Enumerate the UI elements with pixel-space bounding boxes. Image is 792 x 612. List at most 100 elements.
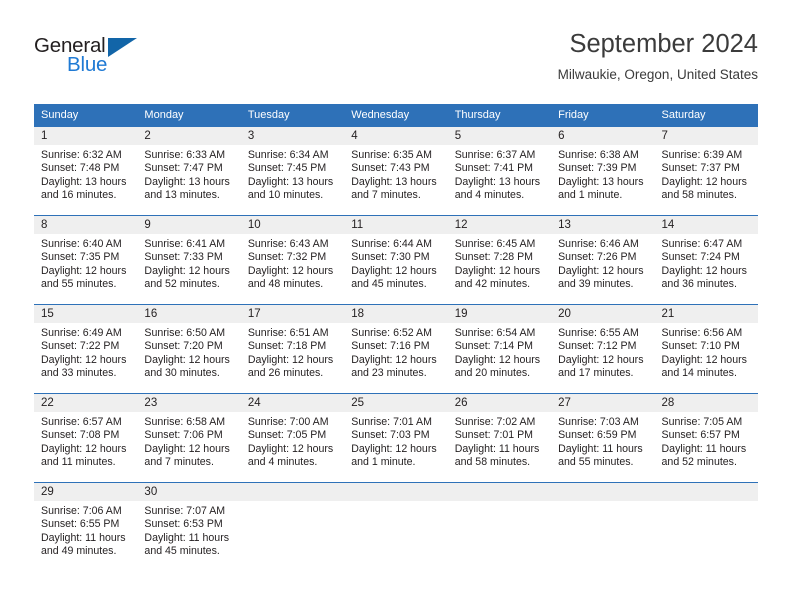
- calendar-day-cell[interactable]: 1 Sunrise: 6:32 AM Sunset: 7:48 PM Dayli…: [34, 126, 138, 215]
- day-number: 8: [34, 216, 138, 234]
- calendar-day-cell[interactable]: 14 Sunrise: 6:47 AM Sunset: 7:24 PM Dayl…: [654, 215, 758, 304]
- daylight-text: Daylight: 11 hours and 52 minutes.: [661, 442, 747, 469]
- day-details: Sunrise: 6:46 AM Sunset: 7:26 PM Dayligh…: [551, 234, 654, 292]
- sunset-text: Sunset: 7:16 PM: [351, 340, 430, 353]
- sunset-text: Sunset: 7:47 PM: [144, 162, 223, 175]
- sunset-text: Sunset: 7:28 PM: [454, 251, 534, 264]
- calendar-page: General Blue September 2024 Milwaukie, O…: [0, 0, 792, 612]
- calendar-day-cell[interactable]: 4 Sunrise: 6:35 AM Sunset: 7:43 PM Dayli…: [344, 126, 448, 215]
- day-number: 7: [654, 127, 758, 145]
- day-details: Sunrise: 6:44 AM Sunset: 7:30 PM Dayligh…: [344, 234, 447, 292]
- calendar-day-cell[interactable]: 5 Sunrise: 6:37 AM Sunset: 7:41 PM Dayli…: [447, 126, 552, 215]
- day-details: Sunrise: 6:43 AM Sunset: 7:32 PM Dayligh…: [241, 234, 344, 292]
- daylight-text: Daylight: 12 hours and 55 minutes.: [41, 264, 127, 291]
- day-number: 15: [34, 305, 138, 323]
- day-number: 22: [34, 394, 138, 412]
- calendar-day-cell[interactable]: 3 Sunrise: 6:34 AM Sunset: 7:45 PM Dayli…: [240, 126, 345, 215]
- day-details: Sunrise: 6:47 AM Sunset: 7:24 PM Dayligh…: [655, 234, 758, 292]
- daylight-text: Daylight: 12 hours and 52 minutes.: [144, 264, 230, 291]
- sunset-text: Sunset: 7:14 PM: [454, 340, 534, 353]
- sunset-text: Sunset: 6:55 PM: [41, 518, 120, 531]
- sunset-text: Sunset: 6:59 PM: [558, 429, 637, 442]
- calendar-day-cell[interactable]: 17 Sunrise: 6:51 AM Sunset: 7:18 PM Dayl…: [240, 304, 345, 393]
- calendar-day-cell[interactable]: 24 Sunrise: 7:00 AM Sunset: 7:05 PM Dayl…: [240, 393, 345, 482]
- calendar-day-cell[interactable]: 19 Sunrise: 6:54 AM Sunset: 7:14 PM Dayl…: [447, 304, 552, 393]
- calendar-week-row: 15 Sunrise: 6:49 AM Sunset: 7:22 PM Dayl…: [34, 304, 758, 393]
- day-details: Sunrise: 7:02 AM Sunset: 7:01 PM Dayligh…: [448, 412, 551, 470]
- weekday-header-tuesday: Tuesday: [240, 104, 345, 126]
- day-details: Sunrise: 6:51 AM Sunset: 7:18 PM Dayligh…: [241, 323, 344, 381]
- sunrise-text: Sunrise: 6:57 AM: [41, 416, 122, 428]
- calendar-day-cell[interactable]: 13 Sunrise: 6:46 AM Sunset: 7:26 PM Dayl…: [551, 215, 655, 304]
- calendar-day-cell[interactable]: 21 Sunrise: 6:56 AM Sunset: 7:10 PM Dayl…: [654, 304, 758, 393]
- sunrise-text: Sunrise: 7:06 AM: [41, 505, 122, 517]
- calendar-day-cell-empty: [551, 482, 655, 571]
- sunset-text: Sunset: 7:41 PM: [454, 162, 534, 175]
- calendar-day-cell[interactable]: 30 Sunrise: 7:07 AM Sunset: 6:53 PM Dayl…: [137, 482, 241, 571]
- calendar-day-cell[interactable]: 25 Sunrise: 7:01 AM Sunset: 7:03 PM Dayl…: [344, 393, 448, 482]
- calendar-day-cell[interactable]: 12 Sunrise: 6:45 AM Sunset: 7:28 PM Dayl…: [447, 215, 552, 304]
- sunrise-text: Sunrise: 7:01 AM: [351, 416, 432, 428]
- calendar-day-cell[interactable]: 2 Sunrise: 6:33 AM Sunset: 7:47 PM Dayli…: [137, 126, 241, 215]
- sunrise-text: Sunrise: 6:40 AM: [41, 238, 122, 250]
- day-number: [447, 483, 552, 501]
- weekday-header-thursday: Thursday: [447, 104, 552, 126]
- daylight-text: Daylight: 11 hours and 58 minutes.: [454, 442, 540, 469]
- day-number: 30: [137, 483, 241, 501]
- sunrise-text: Sunrise: 6:39 AM: [661, 149, 743, 161]
- calendar-week-row: 22 Sunrise: 6:57 AM Sunset: 7:08 PM Dayl…: [34, 393, 758, 482]
- day-number: 24: [240, 394, 345, 412]
- sunrise-text: Sunrise: 6:52 AM: [351, 327, 432, 339]
- calendar-day-cell[interactable]: 18 Sunrise: 6:52 AM Sunset: 7:16 PM Dayl…: [344, 304, 448, 393]
- daylight-text: Daylight: 12 hours and 11 minutes.: [41, 442, 127, 469]
- calendar-day-cell-empty: [240, 482, 345, 571]
- calendar-day-cell[interactable]: 20 Sunrise: 6:55 AM Sunset: 7:12 PM Dayl…: [551, 304, 655, 393]
- daylight-text: Daylight: 13 hours and 4 minutes.: [454, 175, 541, 202]
- weekday-header-saturday: Saturday: [654, 104, 758, 126]
- calendar-day-cell[interactable]: 7 Sunrise: 6:39 AM Sunset: 7:37 PM Dayli…: [654, 126, 758, 215]
- calendar-day-cell[interactable]: 11 Sunrise: 6:44 AM Sunset: 7:30 PM Dayl…: [344, 215, 448, 304]
- day-details: Sunrise: 6:58 AM Sunset: 7:06 PM Dayligh…: [137, 412, 240, 470]
- calendar-day-cell[interactable]: 23 Sunrise: 6:58 AM Sunset: 7:06 PM Dayl…: [137, 393, 241, 482]
- calendar-day-cell[interactable]: 26 Sunrise: 7:02 AM Sunset: 7:01 PM Dayl…: [447, 393, 552, 482]
- daylight-text: Daylight: 12 hours and 58 minutes.: [661, 175, 747, 202]
- calendar-week-row: 1 Sunrise: 6:32 AM Sunset: 7:48 PM Dayli…: [34, 126, 758, 215]
- sunset-text: Sunset: 7:22 PM: [41, 340, 120, 353]
- calendar-day-cell-empty: [447, 482, 552, 571]
- calendar-day-cell[interactable]: 6 Sunrise: 6:38 AM Sunset: 7:39 PM Dayli…: [551, 126, 655, 215]
- day-number: 2: [137, 127, 241, 145]
- calendar-day-cell[interactable]: 22 Sunrise: 6:57 AM Sunset: 7:08 PM Dayl…: [34, 393, 138, 482]
- sunset-text: Sunset: 7:24 PM: [661, 251, 740, 264]
- daylight-text: Daylight: 12 hours and 23 minutes.: [351, 353, 437, 380]
- sunrise-text: Sunrise: 6:56 AM: [661, 327, 743, 339]
- calendar-day-cell[interactable]: 15 Sunrise: 6:49 AM Sunset: 7:22 PM Dayl…: [34, 304, 138, 393]
- sunset-text: Sunset: 7:06 PM: [144, 429, 223, 442]
- calendar-day-cell[interactable]: 10 Sunrise: 6:43 AM Sunset: 7:32 PM Dayl…: [240, 215, 345, 304]
- sunset-text: Sunset: 7:43 PM: [351, 162, 430, 175]
- day-number: [344, 483, 448, 501]
- calendar-table: Sunday Monday Tuesday Wednesday Thursday…: [34, 104, 758, 571]
- generalblue-logo: General Blue: [34, 34, 214, 82]
- title-block: September 2024 Milwaukie, Oregon, United…: [558, 28, 758, 85]
- calendar-week-row: 29 Sunrise: 7:06 AM Sunset: 6:55 PM Dayl…: [34, 482, 758, 571]
- calendar-day-cell[interactable]: 29 Sunrise: 7:06 AM Sunset: 6:55 PM Dayl…: [34, 482, 138, 571]
- calendar-day-cell[interactable]: 27 Sunrise: 7:03 AM Sunset: 6:59 PM Dayl…: [551, 393, 655, 482]
- calendar-week-row: 8 Sunrise: 6:40 AM Sunset: 7:35 PM Dayli…: [34, 215, 758, 304]
- page-subtitle: Milwaukie, Oregon, United States: [557, 67, 758, 82]
- daylight-text: Daylight: 13 hours and 13 minutes.: [144, 175, 230, 202]
- page-header: General Blue September 2024 Milwaukie, O…: [34, 28, 758, 98]
- sunrise-text: Sunrise: 6:46 AM: [558, 238, 639, 250]
- sunrise-text: Sunrise: 6:34 AM: [247, 149, 329, 161]
- calendar-day-cell[interactable]: 16 Sunrise: 6:50 AM Sunset: 7:20 PM Dayl…: [137, 304, 241, 393]
- day-number: 6: [551, 127, 655, 145]
- day-details: Sunrise: 6:40 AM Sunset: 7:35 PM Dayligh…: [34, 234, 137, 292]
- calendar-day-cell[interactable]: 28 Sunrise: 7:05 AM Sunset: 6:57 PM Dayl…: [654, 393, 758, 482]
- calendar-day-cell[interactable]: 8 Sunrise: 6:40 AM Sunset: 7:35 PM Dayli…: [34, 215, 138, 304]
- day-details: Sunrise: 6:35 AM Sunset: 7:43 PM Dayligh…: [344, 145, 447, 203]
- sunrise-text: Sunrise: 6:32 AM: [41, 149, 122, 161]
- daylight-text: Daylight: 12 hours and 42 minutes.: [454, 264, 541, 291]
- calendar-day-cell[interactable]: 9 Sunrise: 6:41 AM Sunset: 7:33 PM Dayli…: [137, 215, 241, 304]
- day-number: 14: [654, 216, 758, 234]
- day-number: 11: [344, 216, 448, 234]
- daylight-text: Daylight: 12 hours and 4 minutes.: [247, 442, 334, 469]
